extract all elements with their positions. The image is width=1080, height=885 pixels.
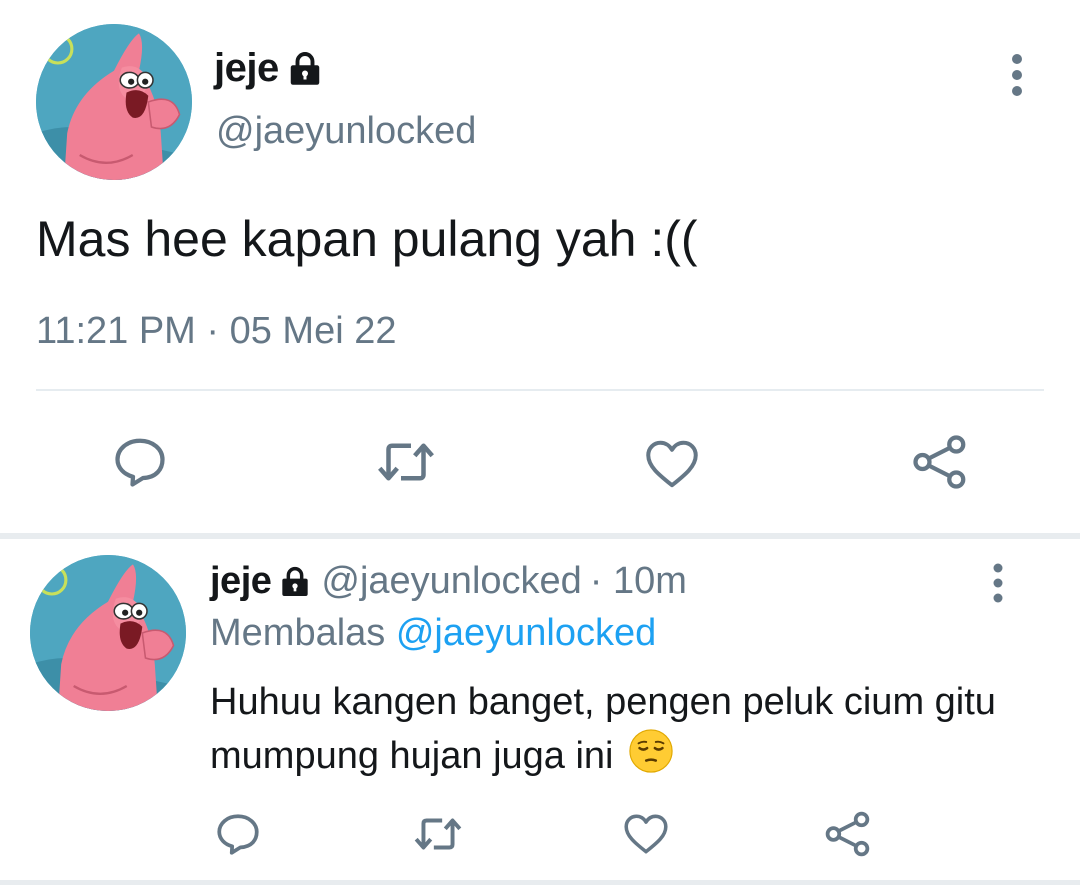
reply-bubble-icon bbox=[217, 814, 259, 855]
handle[interactable]: @jaeyunlocked bbox=[321, 560, 581, 603]
tweet-text: Mas hee kapan pulang yah :(( bbox=[36, 211, 698, 267]
like-button[interactable] bbox=[620, 808, 672, 860]
display-name[interactable]: jeje bbox=[214, 46, 323, 91]
share-button[interactable] bbox=[822, 808, 874, 860]
replying-to: Membalas @jaeyunlocked bbox=[210, 612, 656, 655]
more-vertical-icon[interactable] bbox=[986, 562, 1010, 604]
reply-button[interactable] bbox=[212, 808, 264, 860]
retweet-icon bbox=[378, 443, 434, 481]
lock-icon bbox=[282, 566, 309, 596]
reply-header: jeje @jaeyunlocked · 10m bbox=[210, 560, 687, 603]
display-name-text[interactable]: jeje bbox=[210, 560, 272, 603]
tweet-text: Huhuu kangen banget, pengen peluk cium g… bbox=[210, 676, 1050, 782]
pensive-face-icon bbox=[629, 729, 673, 773]
heart-icon bbox=[646, 440, 698, 488]
reply-text-content: Huhuu kangen banget, pengen peluk cium g… bbox=[210, 681, 996, 777]
more-vertical-icon[interactable] bbox=[1004, 52, 1030, 98]
main-tweet: jeje @jaeyunlocked Mas hee kapan pulang … bbox=[0, 0, 1080, 536]
handle[interactable]: @jaeyunlocked bbox=[216, 110, 476, 153]
display-name-text: jeje bbox=[214, 46, 279, 90]
section-separator bbox=[0, 533, 1080, 539]
divider bbox=[36, 389, 1044, 391]
avatar[interactable] bbox=[36, 24, 192, 180]
retweet-button[interactable] bbox=[410, 808, 466, 860]
tweet-timestamp[interactable]: 11:21 PM · 05 Mei 22 bbox=[36, 310, 396, 353]
heart-icon bbox=[624, 814, 668, 854]
mention-link[interactable]: @jaeyunlocked bbox=[396, 612, 656, 654]
time-ago: · 10m bbox=[589, 560, 687, 602]
share-icon bbox=[913, 435, 966, 489]
bottom-separator bbox=[0, 880, 1080, 885]
avatar-image bbox=[30, 555, 186, 711]
reply-bubble-icon bbox=[115, 438, 165, 487]
replying-label: Membalas bbox=[210, 612, 386, 654]
reply-button[interactable] bbox=[108, 430, 172, 494]
retweet-icon bbox=[414, 818, 462, 850]
avatar-image bbox=[36, 24, 192, 180]
retweet-button[interactable] bbox=[372, 430, 440, 494]
share-button[interactable] bbox=[908, 430, 972, 494]
lock-icon bbox=[290, 51, 319, 85]
avatar[interactable] bbox=[30, 555, 186, 711]
share-icon bbox=[825, 811, 870, 857]
like-button[interactable] bbox=[640, 432, 704, 496]
